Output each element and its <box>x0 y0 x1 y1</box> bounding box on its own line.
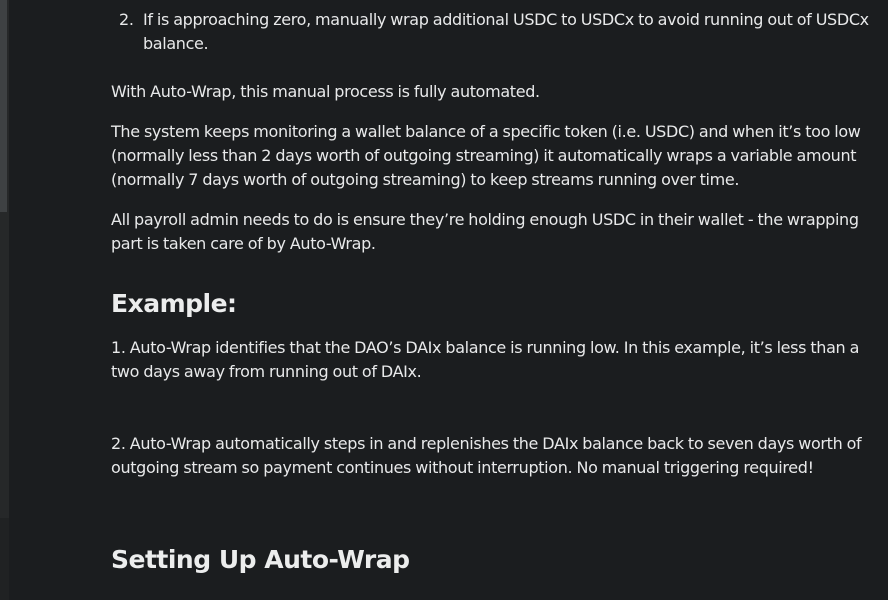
system-paragraph-line3: (normally 7 days worth of outgoing strea… <box>111 170 740 189</box>
admin-paragraph-line2: part is taken care of by Auto-Wrap. <box>111 234 376 253</box>
scrollbar-track[interactable] <box>0 0 9 600</box>
list-item-number: 2. <box>119 10 134 29</box>
scrollbar-track-lower <box>0 518 9 600</box>
system-paragraph-line2: (normally less than 2 days worth of outg… <box>111 146 857 165</box>
auto-wrap-intro-paragraph: With Auto-Wrap, this manual process is f… <box>111 82 540 101</box>
example-step2-line2: outgoing stream so payment continues wit… <box>111 458 814 477</box>
system-paragraph-line1: The system keeps monitoring a wallet bal… <box>111 122 861 141</box>
list-item: 2. If is approaching zero, manually wrap… <box>119 8 869 56</box>
example-step1-line1: 1. Auto-Wrap identifies that the DAO’s D… <box>111 338 860 357</box>
example-step1-line2: two days away from running out of DAIx. <box>111 362 422 381</box>
list-item-text-line2: balance. <box>143 34 209 53</box>
list-item-text-line1: If is approaching zero, manually wrap ad… <box>143 10 869 29</box>
admin-paragraph-line1: All payroll admin needs to do is ensure … <box>111 210 859 229</box>
scrollbar-thumb[interactable] <box>0 0 7 212</box>
example-step2-line1: 2. Auto-Wrap automatically steps in and … <box>111 434 862 453</box>
setup-heading: Setting Up Auto-Wrap <box>111 545 410 574</box>
example-heading: Example: <box>111 289 237 318</box>
